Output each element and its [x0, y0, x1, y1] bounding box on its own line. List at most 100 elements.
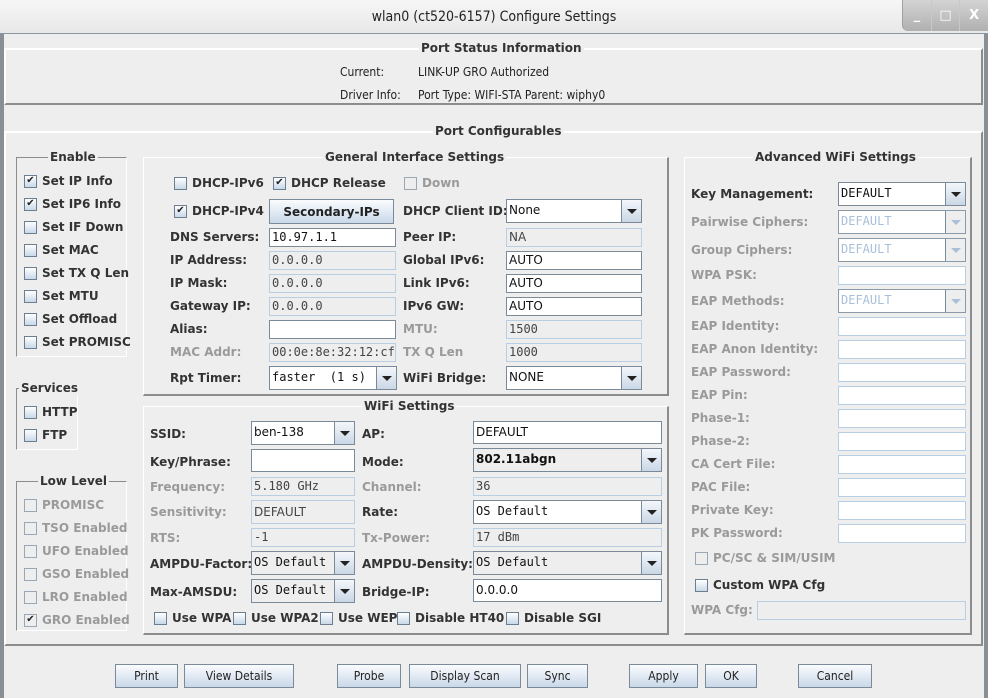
probe-button[interactable]: Probe [337, 664, 401, 688]
ip-mask-field[interactable]: 0.0.0.0 [269, 274, 396, 293]
frequency-field[interactable]: 5.180 GHz [251, 477, 355, 496]
rts-field[interactable]: -1 [251, 528, 355, 547]
rts-label: RTS: [150, 531, 181, 545]
dhcp-release-checkbox[interactable]: ✔ DHCP Release [273, 175, 386, 191]
dns-servers-input[interactable]: 10.97.1.1 [269, 228, 396, 247]
pac-file-input[interactable] [838, 478, 966, 497]
ap-input[interactable]: DEFAULT [473, 421, 662, 444]
set-offload-checkbox[interactable]: Set Offload [24, 311, 117, 327]
sync-button[interactable]: Sync [527, 664, 588, 688]
set-mtu-label: Set MTU [42, 289, 99, 303]
eap-methods-select[interactable]: DEFAULT [838, 289, 966, 313]
set-mtu-checkbox[interactable]: Set MTU [24, 288, 99, 304]
checkbox-box [24, 335, 37, 349]
ufo-enabled-checkbox[interactable]: UFO Enabled [24, 543, 129, 559]
custom-wpa-cfg-checkbox[interactable]: Custom WPA Cfg [695, 577, 825, 593]
bridge-ip-label: Bridge-IP: [362, 585, 430, 599]
use-wep-checkbox[interactable]: Use WEP [320, 610, 397, 626]
promisc-checkbox[interactable]: PROMISC [24, 497, 104, 513]
dhcp-ipv4-checkbox[interactable]: ✔ DHCP-IPv4 [174, 203, 264, 219]
set-tx-q-len-checkbox[interactable]: Set TX Q Len [24, 265, 129, 281]
mac-addr-field[interactable]: 00:0e:8e:32:12:cf [269, 343, 396, 362]
dhcp-ipv6-checkbox[interactable]: DHCP-IPv6 [174, 175, 264, 191]
gro-enabled-checkbox[interactable]: ✔ GRO Enabled [24, 612, 130, 628]
tso-enabled-label: TSO Enabled [42, 521, 128, 535]
down-checkbox[interactable]: Down [404, 175, 460, 191]
apply-button[interactable]: Apply [629, 664, 698, 688]
use-wpa2-checkbox[interactable]: Use WPA2 [233, 610, 319, 626]
alias-input[interactable] [269, 320, 396, 339]
ampdu-factor-select[interactable]: OS Default [251, 551, 355, 575]
ok-button[interactable]: OK [705, 664, 757, 688]
link-ipv6-input[interactable]: AUTO [506, 274, 642, 293]
pk-password-input[interactable] [838, 524, 966, 543]
checkbox-box: ✔ [24, 174, 37, 188]
view-details-button[interactable]: View Details [184, 664, 294, 688]
wifi-bridge-select[interactable]: NONE [506, 366, 642, 390]
ipv6-gw-input[interactable]: AUTO [506, 297, 642, 316]
disable-sgi-label: Disable SGI [524, 611, 602, 625]
ftp-checkbox[interactable]: FTP [24, 427, 67, 443]
dns-servers-label: DNS Servers: [170, 230, 260, 244]
set-ip-info-checkbox[interactable]: ✔ Set IP Info [24, 173, 113, 189]
set-ip-info-label: Set IP Info [42, 174, 113, 188]
channel-field[interactable]: 36 [473, 477, 662, 496]
cancel-button[interactable]: Cancel [798, 664, 872, 688]
global-ipv6-input[interactable]: AUTO [506, 251, 642, 270]
eap-identity-input[interactable] [838, 317, 966, 336]
mtu-field[interactable]: 1500 [506, 320, 642, 339]
port-status-legend: Port Status Information [419, 41, 584, 55]
disable-ht40-checkbox[interactable]: Disable HT40 [397, 610, 504, 626]
low-level-legend: Low Level [38, 474, 110, 488]
tx-q-len-label: TX Q Len [403, 345, 464, 359]
disable-sgi-checkbox[interactable]: Disable SGI [506, 610, 601, 626]
wifi-bridge-value: NONE [507, 367, 622, 389]
mode-select[interactable]: 802.11abgn [473, 448, 662, 472]
wpa-psk-input[interactable] [838, 266, 966, 285]
sensitivity-field[interactable]: DEFAULT [251, 500, 355, 524]
bridge-ip-input[interactable]: 0.0.0.0 [473, 579, 662, 602]
display-scan-button[interactable]: Display Scan [409, 664, 521, 688]
mode-value: 802.11abgn [474, 449, 642, 471]
pcsc-checkbox[interactable]: PC/SC & SIM/USIM [695, 550, 835, 566]
set-ip6-info-checkbox[interactable]: ✔ Set IP6 Info [24, 196, 121, 212]
secondary-ips-button[interactable]: Secondary-IPs [269, 199, 394, 224]
rate-select[interactable]: OS Default [473, 500, 662, 524]
eap-pin-input[interactable] [838, 386, 966, 405]
tso-enabled-checkbox[interactable]: TSO Enabled [24, 520, 127, 536]
close-button[interactable]: X [959, 0, 988, 31]
ca-cert-file-input[interactable] [838, 455, 966, 474]
rpt-timer-select[interactable]: faster (1 s) [269, 366, 397, 390]
tx-q-len-field[interactable]: 1000 [506, 343, 642, 362]
group-ciphers-select[interactable]: DEFAULT [838, 238, 966, 262]
gso-enabled-checkbox[interactable]: GSO Enabled [24, 566, 129, 582]
set-promisc-checkbox[interactable]: Set PROMISC [24, 334, 131, 350]
ip-address-field[interactable]: 0.0.0.0 [269, 251, 396, 270]
key-phrase-input[interactable] [251, 449, 355, 472]
wpa-cfg-input[interactable] [757, 601, 966, 620]
phase1-input[interactable] [838, 409, 966, 428]
set-if-down-checkbox[interactable]: Set IF Down [24, 219, 123, 235]
pairwise-ciphers-select[interactable]: DEFAULT [838, 210, 966, 234]
phase2-input[interactable] [838, 432, 966, 451]
maximize-button[interactable]: □ [930, 0, 960, 31]
gateway-ip-field[interactable]: 0.0.0.0 [269, 297, 396, 316]
use-wpa-checkbox[interactable]: Use WPA [154, 610, 231, 626]
key-management-select[interactable]: DEFAULT [838, 182, 966, 206]
eap-password-input[interactable] [838, 363, 966, 382]
lro-enabled-checkbox[interactable]: LRO Enabled [24, 589, 128, 605]
sensitivity-label: Sensitivity: [150, 505, 227, 519]
max-amsdu-select[interactable]: OS Default [251, 579, 355, 603]
dhcp-client-id-select[interactable]: None [506, 199, 642, 223]
check-icon: ✔ [26, 614, 35, 625]
http-checkbox[interactable]: HTTP [24, 404, 77, 420]
tx-power-field[interactable]: 17 dBm [473, 528, 662, 547]
ssid-select[interactable]: ben-138 [251, 421, 355, 445]
private-key-input[interactable] [838, 501, 966, 520]
ampdu-density-select[interactable]: OS Default [473, 551, 662, 575]
set-mac-checkbox[interactable]: Set MAC [24, 242, 99, 258]
eap-anon-identity-input[interactable] [838, 340, 966, 359]
print-button[interactable]: Print [115, 664, 178, 688]
minimize-button[interactable]: _ [903, 0, 931, 31]
rpt-timer-label: Rpt Timer: [170, 371, 242, 385]
